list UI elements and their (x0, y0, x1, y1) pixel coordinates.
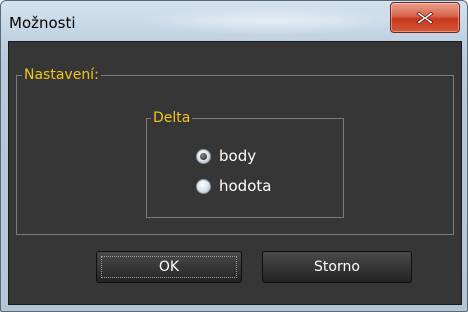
dialog-content: Nastavení: Delta body hodota OK Storno (8, 41, 462, 305)
title-bar[interactable]: Možnosti (1, 1, 467, 41)
focus-rectangle (101, 256, 237, 278)
close-button[interactable] (390, 2, 460, 33)
options-dialog: Možnosti Nastavení: Delta body hodota OK… (0, 0, 468, 312)
close-x-icon (416, 10, 434, 25)
settings-group-label: Nastavení: (22, 67, 101, 83)
cancel-button-label: Storno (314, 259, 360, 275)
title-bar-glow (136, 7, 406, 35)
radio-body[interactable]: body (196, 147, 256, 165)
radio-body-label: body (219, 147, 257, 165)
cancel-button[interactable]: Storno (262, 251, 412, 283)
radio-hodota[interactable]: hodota (196, 177, 271, 195)
radio-hodota-label: hodota (219, 177, 272, 195)
delta-group-label: Delta (151, 110, 193, 126)
window-title: Možnosti (9, 14, 76, 32)
ok-button[interactable]: OK (96, 251, 242, 283)
radio-unchecked-icon[interactable] (196, 178, 211, 194)
radio-checked-icon[interactable] (196, 148, 211, 164)
delta-groupbox: Delta (146, 110, 344, 218)
